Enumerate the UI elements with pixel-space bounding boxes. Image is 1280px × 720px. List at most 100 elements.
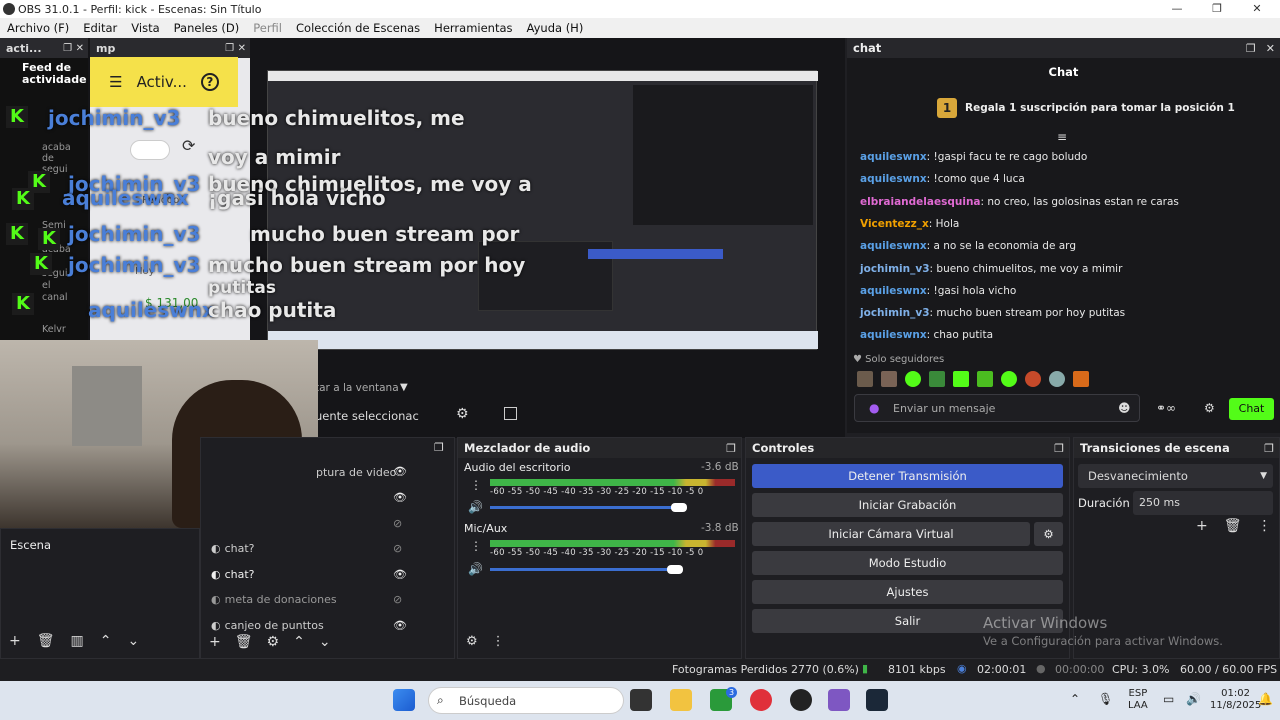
clock[interactable]: 01:02 11/8/2025 — [1210, 688, 1261, 712]
trash-icon[interactable]: 🗑 — [1224, 518, 1242, 534]
down-icon[interactable]: ⌄ — [127, 633, 139, 649]
chat-username[interactable]: elbraiandelaesquina — [860, 196, 981, 208]
chat-username[interactable]: aquileswnx — [860, 151, 927, 163]
more-icon[interactable]: ⋮ — [470, 478, 482, 492]
emote-icon[interactable] — [905, 371, 921, 387]
transition-select[interactable]: Desvanecimiento ▼ — [1078, 464, 1273, 488]
start-recording-button[interactable]: Iniciar Grabación — [752, 493, 1063, 517]
filter-icon[interactable] — [504, 407, 517, 420]
volume-knob[interactable] — [667, 565, 683, 574]
volume-knob[interactable] — [671, 503, 687, 512]
float-icon[interactable]: ❐ — [1054, 442, 1064, 455]
help-icon[interactable]: ? — [200, 73, 219, 91]
dock-controls-icon[interactable]: ❐ ✕ — [63, 43, 88, 54]
menu-perfil[interactable]: Perfil — [246, 21, 289, 35]
volume-slider[interactable] — [490, 506, 679, 509]
chevron-up-icon[interactable]: ⌃ — [1070, 692, 1080, 706]
search-icon[interactable] — [130, 140, 170, 160]
task-view-icon[interactable] — [630, 689, 652, 711]
menu-ayuda[interactable]: Ayuda (H) — [520, 21, 591, 35]
gear-icon[interactable]: ⚙ — [456, 406, 469, 422]
trash-icon[interactable]: 🗑 — [235, 634, 253, 650]
obs-taskbar-icon[interactable] — [790, 689, 812, 711]
file-explorer-icon[interactable] — [670, 689, 692, 711]
maximize-button[interactable]: ❐ — [1197, 0, 1237, 18]
chat-username[interactable]: Vicentezz_x — [860, 218, 929, 230]
float-icon[interactable]: ❐ — [434, 441, 444, 454]
chat-username[interactable]: aquileswnx — [860, 285, 927, 297]
send-chat-button[interactable]: Chat — [1229, 398, 1274, 420]
users-icon[interactable]: ⚭∞ — [1156, 401, 1176, 415]
menu-paneles[interactable]: Paneles (D) — [167, 21, 247, 35]
down-icon[interactable]: ⌄ — [319, 634, 331, 650]
chat-input[interactable]: ● Enviar un mensaje ☻ — [854, 394, 1140, 422]
gift-banner[interactable]: 1 Regala 1 suscripción para tomar la pos… — [937, 98, 1235, 118]
more-icon[interactable]: ⋮ — [1258, 518, 1272, 534]
eye-icon[interactable]: 👁 — [393, 465, 407, 478]
windows-start-icon[interactable] — [393, 689, 415, 711]
virtual-camera-gear-icon[interactable]: ⚙ — [1034, 522, 1063, 546]
emote-icon[interactable] — [1073, 371, 1089, 387]
gear-icon[interactable]: ⚙ — [466, 634, 478, 649]
dock-controls-icon[interactable]: ❐ ✕ — [225, 43, 250, 54]
stop-streaming-button[interactable]: Detener Transmisión — [752, 464, 1063, 488]
activity-dock-tab[interactable]: acti... ❐ ✕ — [0, 38, 88, 58]
emote-icon[interactable] — [881, 371, 897, 387]
settings-button[interactable]: Ajustes — [752, 580, 1063, 604]
emote-icon[interactable] — [857, 371, 873, 387]
chat-username[interactable]: aquileswnx — [860, 240, 927, 252]
more-icon[interactable]: ⋮ — [492, 634, 505, 649]
emote-icon[interactable] — [953, 371, 969, 387]
source-item[interactable]: ◐ chat? — [211, 568, 255, 581]
app-icon[interactable] — [828, 689, 850, 711]
eye-off-icon[interactable]: ⊘ — [393, 593, 402, 606]
chat-username[interactable]: jochimin_v3 — [860, 307, 930, 319]
eye-icon[interactable]: 👁 — [393, 619, 407, 632]
gear-icon[interactable]: ⚙ — [1204, 401, 1215, 415]
more-icon[interactable]: ⋮ — [470, 539, 482, 553]
source-item[interactable]: ptura de video — [316, 466, 396, 479]
up-icon[interactable]: ⌃ — [293, 634, 305, 650]
gear-icon[interactable]: ⚙ — [267, 634, 280, 650]
taskbar-search[interactable]: ⌕ Búsqueda — [428, 687, 624, 714]
collapse-icon[interactable]: ≡ — [1057, 130, 1067, 144]
source-item[interactable]: ◐ canjeo de punttos — [211, 619, 324, 632]
eye-icon[interactable]: 👁 — [393, 491, 407, 504]
emoji-icon[interactable]: ☻ — [1118, 401, 1131, 415]
source-item[interactable]: ◐ meta de donaciones — [211, 593, 337, 606]
add-icon[interactable]: + — [9, 633, 21, 649]
emote-icon[interactable] — [929, 371, 945, 387]
chat-username[interactable]: aquileswnx — [860, 329, 927, 341]
mic-icon[interactable]: ● — [869, 401, 879, 415]
eye-icon[interactable]: 👁 — [393, 568, 407, 581]
network-icon[interactable]: ▭ — [1163, 692, 1174, 706]
eye-off-icon[interactable]: ⊘ — [393, 517, 402, 530]
start-virtual-camera-button[interactable]: Iniciar Cámara Virtual — [752, 522, 1030, 546]
menu-archivo[interactable]: Archivo (F) — [0, 21, 76, 35]
chat-username[interactable]: jochimin_v3 — [860, 263, 930, 275]
volume-icon[interactable]: 🔊 — [1186, 692, 1201, 706]
add-icon[interactable]: + — [209, 634, 221, 650]
menu-coleccion-escenas[interactable]: Colección de Escenas — [289, 21, 427, 35]
close-button[interactable]: ✕ — [1237, 0, 1277, 18]
emote-icon[interactable] — [1049, 371, 1065, 387]
scene-item[interactable]: Escena — [10, 538, 51, 552]
trash-icon[interactable]: 🗑 — [37, 633, 55, 649]
float-icon[interactable]: ❐ — [726, 442, 736, 455]
source-item[interactable]: ◐ chat? — [211, 542, 255, 555]
studio-mode-button[interactable]: Modo Estudio — [752, 551, 1063, 575]
float-icon[interactable]: ❐ — [1246, 42, 1256, 55]
emote-icon[interactable] — [977, 371, 993, 387]
menu-herramientas[interactable]: Herramientas — [427, 21, 519, 35]
eye-off-icon[interactable]: ⊘ — [393, 542, 402, 555]
add-icon[interactable]: + — [1196, 518, 1208, 534]
up-icon[interactable]: ⌃ — [100, 633, 112, 649]
speaker-icon[interactable]: 🔊 — [468, 562, 483, 576]
filter-icon[interactable]: ▥ — [71, 633, 84, 649]
refresh-icon[interactable]: ⟳ — [182, 136, 195, 155]
speaker-icon[interactable]: 🔊 — [468, 500, 483, 514]
duration-input[interactable]: 250 ms — [1133, 491, 1273, 515]
input-language[interactable]: ESP LAA — [1128, 688, 1148, 712]
emote-icon[interactable] — [1025, 371, 1041, 387]
hamburger-icon[interactable]: ☰ — [109, 73, 122, 91]
